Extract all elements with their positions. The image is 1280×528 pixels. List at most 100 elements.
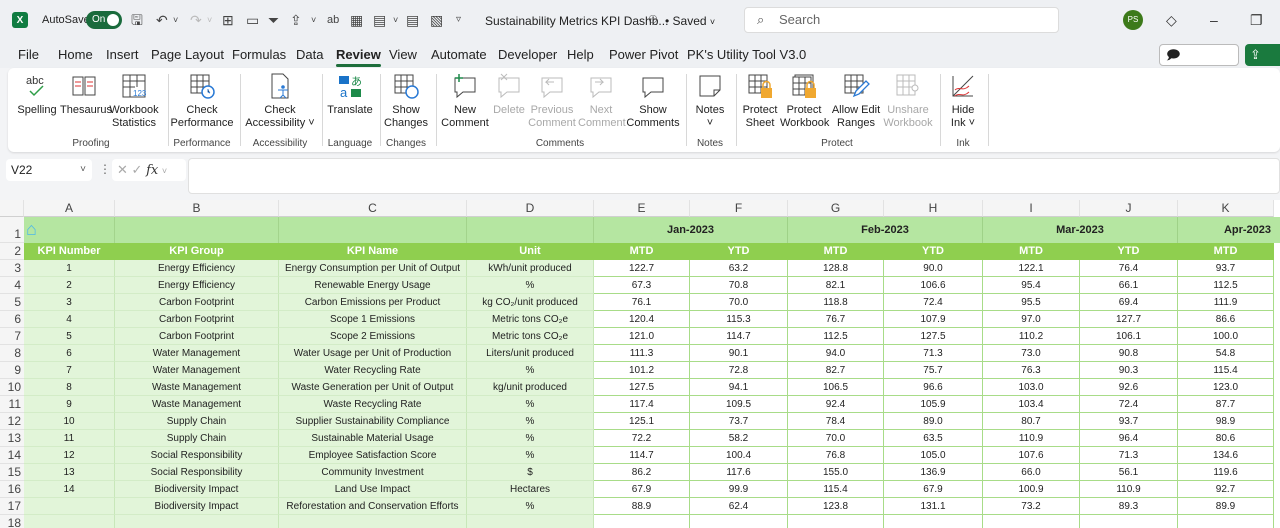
- value-cell[interactable]: 111.3: [594, 345, 690, 362]
- row-header[interactable]: 13: [0, 430, 24, 447]
- value-cell[interactable]: 134.6: [1178, 447, 1274, 464]
- thesaurus-button[interactable]: Thesaurus: [60, 72, 112, 117]
- value-cell[interactable]: 54.8: [1178, 345, 1274, 362]
- filter-icon[interactable]: ⏷: [268, 12, 279, 28]
- unit-cell[interactable]: %: [467, 498, 594, 515]
- kpi-number-cell[interactable]: 5: [24, 328, 115, 345]
- more-options-icon[interactable]: ⋮: [99, 162, 111, 176]
- empty-cell[interactable]: [690, 515, 788, 528]
- value-cell[interactable]: 96.4: [1080, 430, 1178, 447]
- value-cell[interactable]: 111.9: [1178, 294, 1274, 311]
- translate-button[interactable]: aあ Translate: [326, 72, 374, 117]
- value-cell[interactable]: 114.7: [690, 328, 788, 345]
- value-cell[interactable]: 105.9: [884, 396, 983, 413]
- value-cell[interactable]: 123.0: [1178, 379, 1274, 396]
- value-cell[interactable]: 80.6: [1178, 430, 1274, 447]
- unit-cell[interactable]: kg CO₂/unit produced: [467, 294, 594, 311]
- value-cell[interactable]: 110.9: [983, 430, 1080, 447]
- enter-icon[interactable]: ✓: [132, 162, 143, 177]
- value-cell[interactable]: 93.7: [1178, 260, 1274, 277]
- value-cell[interactable]: 67.9: [594, 481, 690, 498]
- value-cell[interactable]: 110.2: [983, 328, 1080, 345]
- value-cell[interactable]: 80.7: [983, 413, 1080, 430]
- value-cell[interactable]: 95.5: [983, 294, 1080, 311]
- show-comments-button[interactable]: Show Comments: [626, 72, 680, 130]
- value-cell[interactable]: 72.2: [594, 430, 690, 447]
- tab-insert[interactable]: Insert: [106, 47, 139, 62]
- save-icon[interactable]: 🖫: [131, 12, 143, 28]
- value-cell[interactable]: 92.7: [1178, 481, 1274, 498]
- kpi-group-cell[interactable]: Waste Management: [115, 379, 279, 396]
- hide-ink-button[interactable]: Hide Ink ˅: [944, 72, 982, 130]
- value-cell[interactable]: 78.4: [788, 413, 884, 430]
- document-title[interactable]: Sustainability Metrics KPI Dashb...: [485, 14, 668, 28]
- value-cell[interactable]: 73.7: [690, 413, 788, 430]
- next-comment-button[interactable]: Next Comment: [578, 72, 626, 130]
- new-comment-button[interactable]: New Comment: [440, 72, 490, 130]
- kpi-number-cell[interactable]: 2: [24, 277, 115, 294]
- row-header[interactable]: 18: [0, 515, 24, 528]
- column-header-f[interactable]: F: [690, 200, 788, 217]
- value-cell[interactable]: 127.5: [594, 379, 690, 396]
- kpi-number-cell[interactable]: 8: [24, 379, 115, 396]
- tab-page-layout[interactable]: Page Layout: [151, 47, 224, 62]
- value-cell[interactable]: 62.4: [690, 498, 788, 515]
- value-cell[interactable]: 103.0: [983, 379, 1080, 396]
- value-cell[interactable]: 82.7: [788, 362, 884, 379]
- calculator-icon[interactable]: ▤: [373, 12, 386, 28]
- kpi-name-cell[interactable]: Land Use Impact: [279, 481, 467, 498]
- value-cell[interactable]: 100.4: [690, 447, 788, 464]
- value-cell[interactable]: 67.9: [884, 481, 983, 498]
- kpi-name-cell[interactable]: Employee Satisfaction Score: [279, 447, 467, 464]
- value-cell[interactable]: 63.2: [690, 260, 788, 277]
- table-icon[interactable]: ▦: [350, 12, 363, 28]
- restore-icon[interactable]: ❐: [1250, 12, 1263, 29]
- kpi-number-cell[interactable]: 9: [24, 396, 115, 413]
- unit-cell[interactable]: kWh/unit produced: [467, 260, 594, 277]
- value-cell[interactable]: 88.9: [594, 498, 690, 515]
- spelling-button[interactable]: abc Spelling: [16, 72, 58, 117]
- kpi-number-cell[interactable]: 10: [24, 413, 115, 430]
- empty-cell[interactable]: [279, 515, 467, 528]
- value-cell[interactable]: 92.4: [788, 396, 884, 413]
- value-cell[interactable]: 105.0: [884, 447, 983, 464]
- unit-cell[interactable]: %: [467, 277, 594, 294]
- value-cell[interactable]: 76.3: [983, 362, 1080, 379]
- formula-input[interactable]: [188, 158, 1280, 194]
- value-cell[interactable]: 67.3: [594, 277, 690, 294]
- unit-cell[interactable]: Metric tons CO₂e: [467, 328, 594, 345]
- kpi-number-cell[interactable]: 12: [24, 447, 115, 464]
- cancel-icon[interactable]: ✕: [117, 162, 128, 177]
- value-cell[interactable]: 92.6: [1080, 379, 1178, 396]
- value-cell[interactable]: 90.0: [884, 260, 983, 277]
- row-header[interactable]: 3: [0, 260, 24, 277]
- value-cell[interactable]: 75.7: [884, 362, 983, 379]
- protect-workbook-button[interactable]: Protect Workbook: [780, 72, 829, 130]
- value-cell[interactable]: 100.0: [1178, 328, 1274, 345]
- column-header-i[interactable]: I: [983, 200, 1080, 217]
- value-cell[interactable]: 66.0: [983, 464, 1080, 481]
- kpi-number-cell[interactable]: [24, 498, 115, 515]
- check-accessibility-button[interactable]: Check Accessibility ˅: [242, 72, 318, 130]
- delete-comment-button[interactable]: Delete: [492, 72, 526, 117]
- column-header-g[interactable]: G: [788, 200, 884, 217]
- value-cell[interactable]: 58.2: [690, 430, 788, 447]
- tab-power-pivot[interactable]: Power Pivot: [609, 47, 678, 62]
- value-cell[interactable]: 122.1: [983, 260, 1080, 277]
- column-header-k[interactable]: K: [1178, 200, 1274, 217]
- kpi-group-cell[interactable]: Carbon Footprint: [115, 311, 279, 328]
- row-header[interactable]: 1: [0, 217, 24, 243]
- value-cell[interactable]: 66.1: [1080, 277, 1178, 294]
- empty-cell[interactable]: [1178, 515, 1274, 528]
- borders-icon[interactable]: ⊞: [222, 12, 234, 28]
- value-cell[interactable]: 69.4: [1080, 294, 1178, 311]
- value-cell[interactable]: 70.8: [690, 277, 788, 294]
- value-cell[interactable]: 76.4: [1080, 260, 1178, 277]
- row-header[interactable]: 17: [0, 498, 24, 515]
- kpi-group-cell[interactable]: Supply Chain: [115, 413, 279, 430]
- tab-help[interactable]: Help: [567, 47, 594, 62]
- value-cell[interactable]: 90.8: [1080, 345, 1178, 362]
- allow-edit-ranges-button[interactable]: Allow Edit Ranges: [830, 72, 882, 130]
- value-cell[interactable]: 63.5: [884, 430, 983, 447]
- kpi-name-cell[interactable]: Energy Consumption per Unit of Output: [279, 260, 467, 277]
